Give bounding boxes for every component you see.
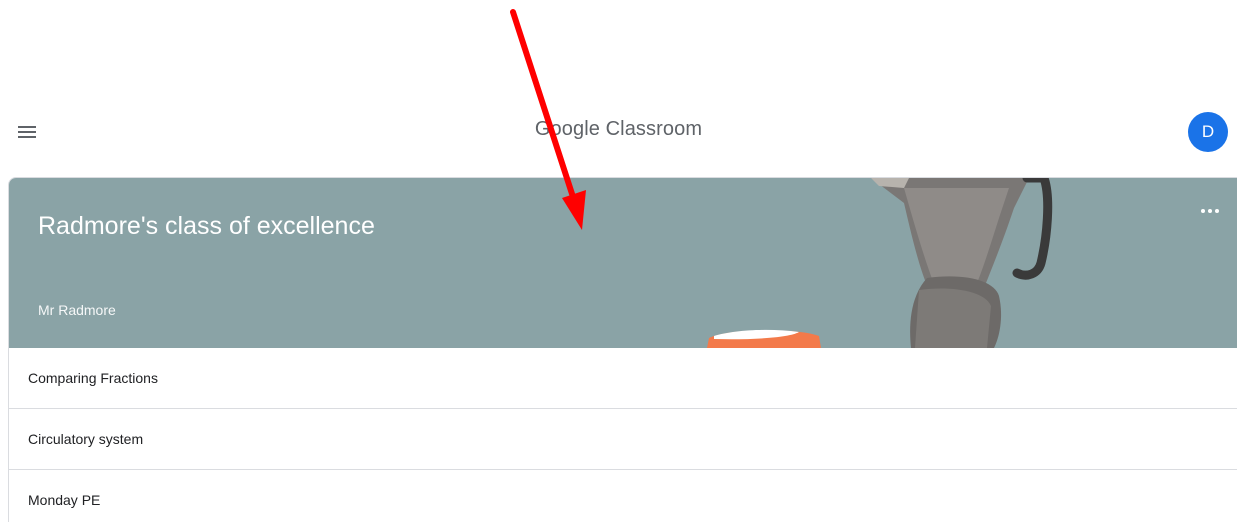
topic-item[interactable]: Comparing Fractions (9, 348, 1237, 409)
topic-item[interactable]: Monday PE (9, 470, 1237, 522)
app-title: Google Classroom (534, 118, 703, 140)
banner-illustration (707, 178, 1053, 348)
topic-list: Comparing Fractions Circulatory system M… (9, 348, 1237, 522)
topic-label: Comparing Fractions (28, 370, 158, 386)
class-card: Radmore's class of excellence Mr Radmore… (8, 177, 1237, 522)
topic-label: Circulatory system (28, 431, 144, 447)
more-horizontal-icon[interactable] (1195, 200, 1225, 220)
topic-label: Monday PE (28, 492, 101, 508)
class-title[interactable]: Radmore's class of excellence (38, 212, 375, 241)
account-avatar[interactable]: D (1188, 112, 1228, 152)
teacher-name: Mr Radmore (38, 302, 116, 318)
class-banner[interactable]: Radmore's class of excellence Mr Radmore (9, 178, 1237, 348)
topic-item[interactable]: Circulatory system (9, 409, 1237, 470)
classroom-page: Google Classroom D Radmore's class of ex… (0, 0, 1237, 522)
